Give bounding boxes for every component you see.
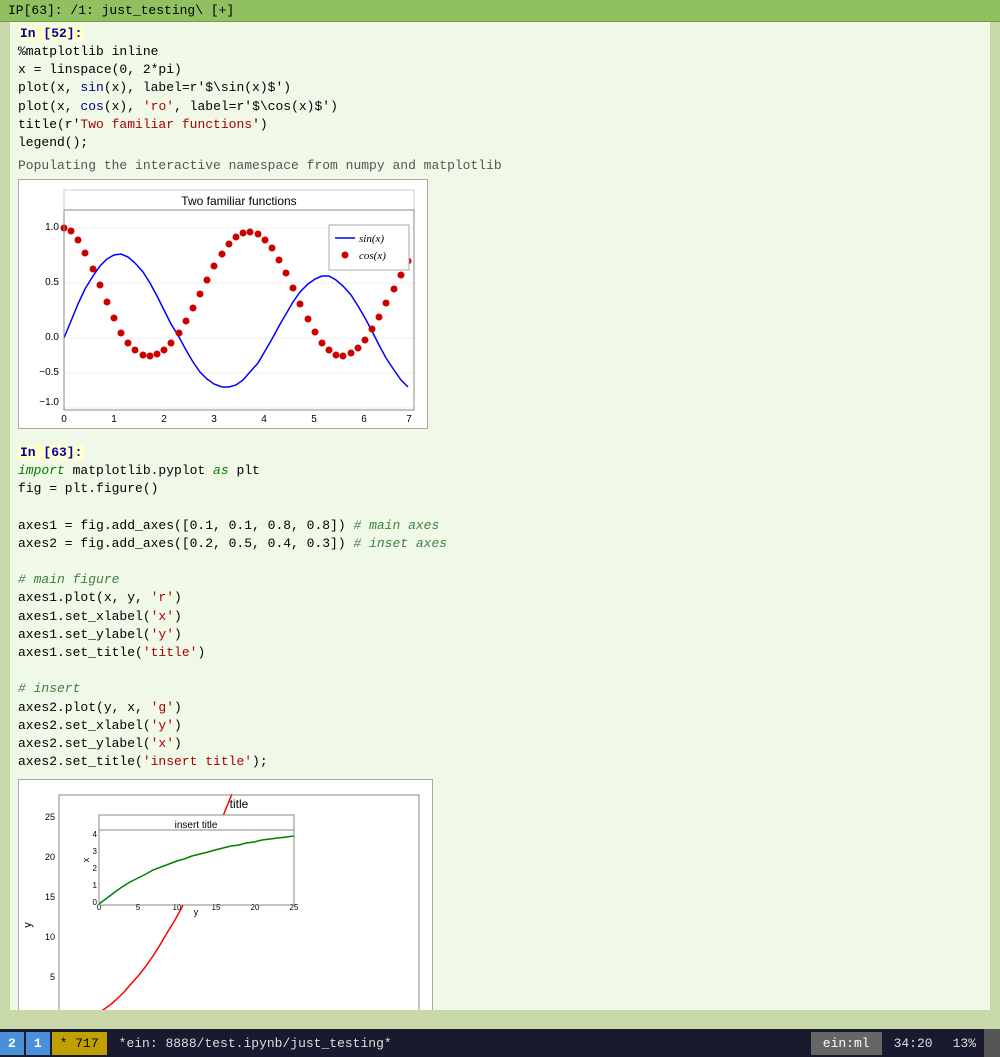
svg-text:sin(x): sin(x) [359,233,384,245]
svg-text:5: 5 [311,414,317,425]
svg-text:−0.5: −0.5 [39,367,59,378]
title-text: IP[63]: /1: just_testing\ [+] [8,3,234,18]
svg-text:cos(x): cos(x) [359,250,386,262]
cell-52: In [52]: %matplotlib inline x = linspace… [10,22,990,156]
svg-text:4: 4 [93,830,98,839]
svg-text:10: 10 [173,903,182,912]
status-scroll[interactable] [984,1029,1000,1057]
svg-text:1.0: 1.0 [45,222,59,233]
svg-text:y: y [194,907,199,917]
plot1-container: Two familiar functions 1.0 0.5 0.0 −0.5 … [18,179,982,433]
cell-52-code[interactable]: %matplotlib inline x = linspace(0, 2*pi)… [18,43,982,152]
svg-text:2: 2 [93,864,98,873]
plot1-title: Two familiar functions [181,194,296,208]
svg-text:6: 6 [361,414,367,425]
title-bar: IP[63]: /1: just_testing\ [+] [0,0,1000,22]
notebook: In [52]: %matplotlib inline x = linspace… [10,22,990,1010]
cell-63: In [63]: import matplotlib.pyplot as plt… [10,441,990,775]
svg-text:3: 3 [93,847,98,856]
svg-text:15: 15 [45,892,55,902]
svg-text:−1.0: −1.0 [39,397,59,408]
output-52-text: Populating the interactive namespace fro… [10,156,990,175]
status-num1: 2 [0,1032,24,1055]
cell-63-label: In [63]: [18,445,84,460]
status-bar: 2 1 * 717 *ein: 8888/test.ipynb/just_tes… [0,1029,1000,1057]
status-file: *ein: 8888/test.ipynb/just_testing* [115,1036,803,1051]
svg-text:20: 20 [45,852,55,862]
plot2-inset-title: insert title [175,820,218,831]
status-num2: 1 [26,1032,50,1055]
svg-text:1: 1 [93,881,98,890]
plot1-svg: Two familiar functions 1.0 0.5 0.0 −0.5 … [18,179,428,429]
svg-text:4: 4 [261,414,267,425]
svg-text:5: 5 [50,972,55,982]
svg-text:0.0: 0.0 [45,332,59,343]
svg-text:15: 15 [212,903,221,912]
svg-text:x: x [81,858,91,863]
svg-text:0: 0 [61,414,67,425]
status-modified: * 717 [52,1032,107,1055]
svg-text:2: 2 [161,414,167,425]
plot2-container: title y x 0 5 10 15 20 25 0 1 2 3 4 5 [18,779,982,1010]
status-position: 34:20 [882,1032,945,1055]
svg-text:10: 10 [45,932,55,942]
svg-text:7: 7 [406,414,412,425]
svg-text:1: 1 [111,414,117,425]
svg-text:0.5: 0.5 [45,277,59,288]
plot2-main-title: title [230,797,249,811]
svg-text:20: 20 [251,903,260,912]
plot2-svg: title y x 0 5 10 15 20 25 0 1 2 3 4 5 [18,779,433,1010]
status-mode: ein:ml [811,1032,882,1055]
svg-text:25: 25 [45,812,55,822]
svg-text:3: 3 [211,414,217,425]
svg-text:5: 5 [136,903,141,912]
cell-63-code[interactable]: import matplotlib.pyplot as plt fig = pl… [18,462,982,771]
cell-52-label: In [52]: [18,26,84,41]
status-percent: 13% [945,1032,984,1055]
svg-text:y: y [22,922,34,928]
